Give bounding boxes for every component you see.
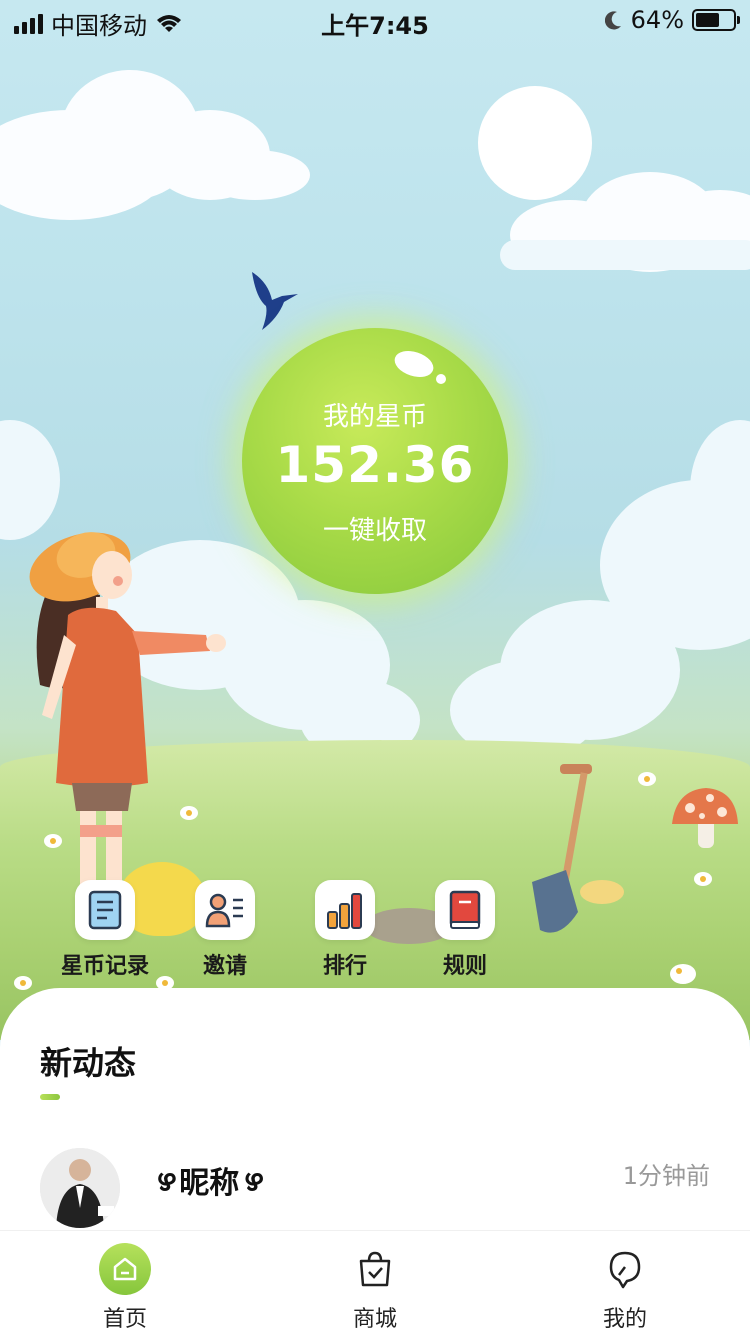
tab-profile[interactable]: 我的 (565, 1243, 685, 1333)
feed-item[interactable]: ഴ 昵称 ഴ 1分钟前 (40, 1148, 710, 1230)
mushroom-illustration (672, 788, 738, 848)
shortcut-label: 排行 (322, 954, 367, 979)
cloud (200, 150, 310, 200)
collect-all-label: 一键收取 (322, 516, 427, 546)
shortcut-label: 星币记录 (60, 954, 149, 979)
rules-book-icon (435, 880, 495, 940)
tab-label: 我的 (602, 1307, 647, 1332)
ornament-right: ഴ (243, 1162, 263, 1198)
battery-icon (692, 9, 740, 31)
ranking-icon (315, 880, 375, 940)
coin-shine (391, 346, 437, 382)
tab-mall[interactable]: 商城 (315, 1243, 435, 1333)
cloud (500, 240, 750, 270)
collect-coins-button[interactable]: 我的星币 152.36 一键收取 (242, 328, 508, 594)
coin-label: 我的星币 (322, 402, 427, 432)
tab-label: 商城 (352, 1307, 397, 1332)
flower (638, 772, 656, 786)
ornament-left: ഴ (156, 1162, 176, 1198)
shortcut-label: 邀请 (202, 954, 247, 979)
bird-illustration (252, 272, 298, 330)
nickname-text: 昵称 (179, 1166, 240, 1201)
status-bar: 中国移动 上午7:45 64% (0, 0, 750, 40)
nickname: ഴ 昵称 ഴ (156, 1158, 262, 1202)
shortcut-label: 规则 (442, 954, 487, 979)
shortcut-coin-record[interactable]: 星币记录 (45, 880, 165, 980)
moon-icon (604, 11, 621, 30)
shopping-bag-icon (349, 1243, 401, 1295)
coin-balance: 152.36 (275, 436, 475, 494)
shortcut-rules[interactable]: 规则 (405, 880, 525, 980)
profile-icon (599, 1243, 651, 1295)
sun (478, 86, 592, 200)
tab-label: 首页 (102, 1307, 147, 1332)
shortcut-invite[interactable]: 邀请 (165, 880, 285, 980)
record-icon (75, 880, 135, 940)
news-feed-panel: 新动态 ഴ 昵称 ഴ 1分钟前 (0, 988, 750, 1238)
tab-home[interactable]: 首页 (65, 1243, 185, 1333)
shortcut-bar: 星币记录 邀请 排行 规则 (0, 880, 750, 980)
home-icon (99, 1243, 151, 1295)
coin-shine (436, 374, 446, 384)
feed-time: 1分钟前 (622, 1162, 710, 1190)
feed-title: 新动态 (40, 1044, 137, 1082)
shortcut-ranking[interactable]: 排行 (285, 880, 405, 980)
battery-percent: 64% (630, 6, 684, 34)
invite-icon (195, 880, 255, 940)
title-underline (40, 1094, 60, 1100)
avatar[interactable] (40, 1148, 120, 1228)
bottom-tab-bar: 首页 商城 我的 (0, 1230, 750, 1334)
